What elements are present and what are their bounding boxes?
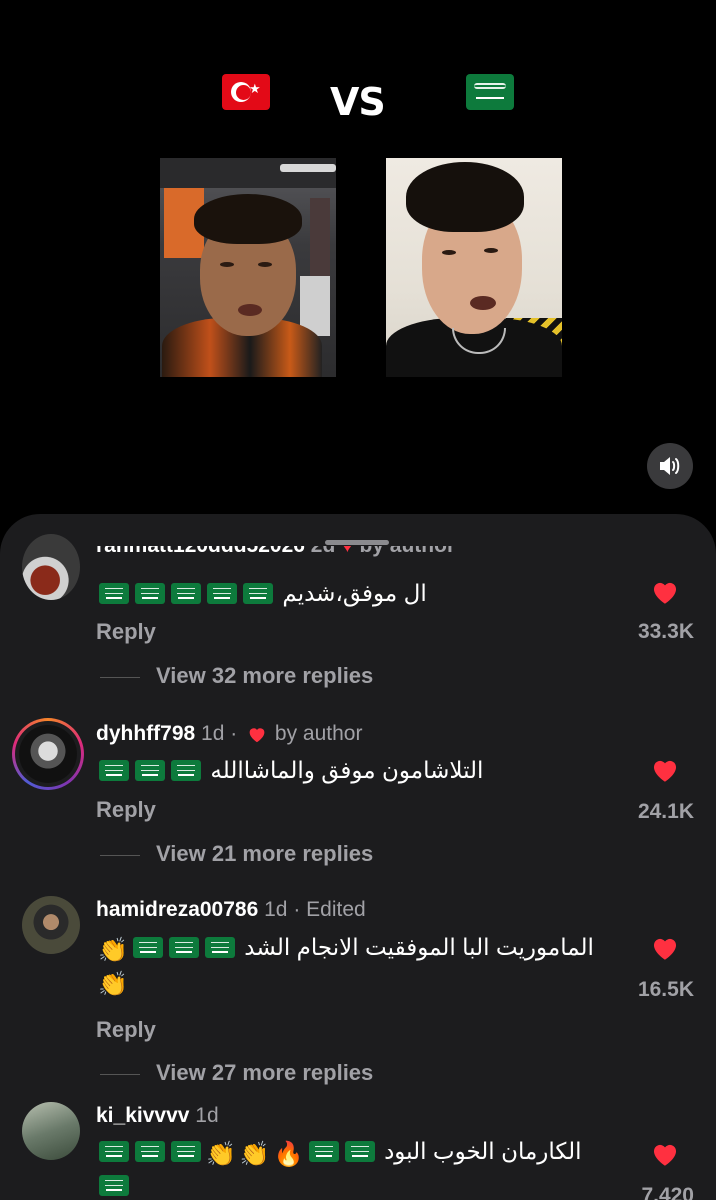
comment-text: 👏 👏 🔥 الكارمان الخوب البود <box>96 1134 616 1200</box>
heart-filled-icon <box>653 760 677 782</box>
reply-button[interactable]: Reply <box>96 797 156 823</box>
saudi-flag-emoji <box>168 937 199 958</box>
like-count: 16.5K <box>637 978 694 1001</box>
comment-body: ال موفق،شديم <box>282 580 427 606</box>
saudi-flag-emoji <box>135 583 165 604</box>
comment-meta: ki_kivvvv 1d <box>96 1104 219 1128</box>
sheet-drag-handle[interactable] <box>325 540 389 545</box>
saudi-flag-emoji <box>132 937 163 958</box>
reply-button[interactable]: Reply <box>96 1017 156 1043</box>
view-more-replies[interactable]: View 21 more replies <box>100 841 373 867</box>
comment-body: التلاشامون موفق والماشاالله <box>210 757 484 783</box>
like-count: 24.1K <box>637 800 694 823</box>
comment-username[interactable]: rahmatt120ddd52026 <box>96 546 305 557</box>
comment-username[interactable]: dyhhff798 <box>96 722 195 745</box>
comment-username[interactable]: ki_kivvvv <box>96 1104 189 1127</box>
heart-icon <box>249 728 265 743</box>
heart-filled-icon <box>653 1144 677 1166</box>
comment-text: التلاشامون موفق والماشاالله <box>96 753 636 787</box>
comment-meta: rahmatt120ddd52026 2d ♥ by author <box>96 546 455 558</box>
view-more-replies[interactable]: View 32 more replies <box>100 663 373 689</box>
avatar[interactable] <box>22 896 80 954</box>
clapping-hands-emoji: 👏 <box>98 936 128 964</box>
heart-filled-icon <box>653 938 677 960</box>
reply-button[interactable]: Reply <box>96 619 156 645</box>
like-count: 33.3K <box>637 620 694 643</box>
author-badge: by author <box>359 546 455 557</box>
saudi-flag-emoji <box>135 760 165 781</box>
saudi-flag-emoji <box>207 583 237 604</box>
clapping-hands-emoji: 👏 <box>239 1140 270 1168</box>
saudi-flag-emoji <box>99 583 129 604</box>
saudi-flag-emoji <box>171 760 201 781</box>
video-player[interactable]: ★ VS <box>0 0 716 520</box>
saudi-flag-emoji <box>243 583 273 604</box>
turkey-flag-icon: ★ <box>222 74 270 110</box>
comment-text: ال موفق،شديم <box>96 576 636 610</box>
comment-time: 2d <box>311 546 336 557</box>
comment-body: الكارمان الخوب البود <box>384 1138 582 1164</box>
saudi-flag-emoji <box>204 937 235 958</box>
saudi-flag-icon <box>466 74 514 110</box>
comment-time: 1d <box>201 722 225 745</box>
right-contestant-photo <box>386 158 562 377</box>
speaker-icon <box>660 457 680 475</box>
vs-label: VS <box>330 80 386 124</box>
saudi-flag-emoji <box>171 1141 201 1162</box>
saudi-flag-emoji <box>99 1141 129 1162</box>
fire-emoji: 🔥 <box>273 1140 304 1168</box>
clapping-hands-emoji: 👏 <box>206 1140 236 1168</box>
comment-time: 1d <box>264 898 288 921</box>
comments-sheet: rahmatt120ddd52026 2d ♥ by author ال موف… <box>0 514 716 1200</box>
saudi-flag-emoji <box>308 1141 339 1162</box>
saudi-flag-emoji <box>99 760 129 781</box>
heart-icon: ♥ <box>341 546 353 557</box>
saudi-flag-emoji <box>99 1175 129 1196</box>
view-more-replies[interactable]: View 27 more replies <box>100 1060 373 1086</box>
avatar[interactable] <box>22 534 80 600</box>
saudi-flag-emoji <box>135 1141 165 1162</box>
author-badge: by author <box>274 722 363 745</box>
edited-label: Edited <box>306 898 366 921</box>
avatar-with-story-ring[interactable] <box>12 718 84 790</box>
heart-filled-icon <box>653 582 677 604</box>
left-contestant-photo <box>160 158 336 377</box>
comment-body: الماموريت البا الموفقيت الانجام الشد <box>244 934 594 960</box>
clapping-hands-emoji: 👏 <box>98 970 128 998</box>
sound-toggle-button[interactable] <box>647 443 693 489</box>
comment-username[interactable]: hamidreza00786 <box>96 898 258 921</box>
saudi-flag-emoji <box>171 583 201 604</box>
like-count: 7,420 <box>641 1184 694 1200</box>
avatar[interactable] <box>22 1102 80 1160</box>
comment-time: 1d <box>195 1104 219 1127</box>
saudi-flag-emoji <box>344 1141 375 1162</box>
comment-meta: hamidreza00786 1d · Edited <box>96 898 366 921</box>
comment-meta: dyhhff798 1d · by author <box>96 722 363 745</box>
comment-text: 👏 الماموريت البا الموفقيت الانجام الشد 👏 <box>96 930 616 998</box>
